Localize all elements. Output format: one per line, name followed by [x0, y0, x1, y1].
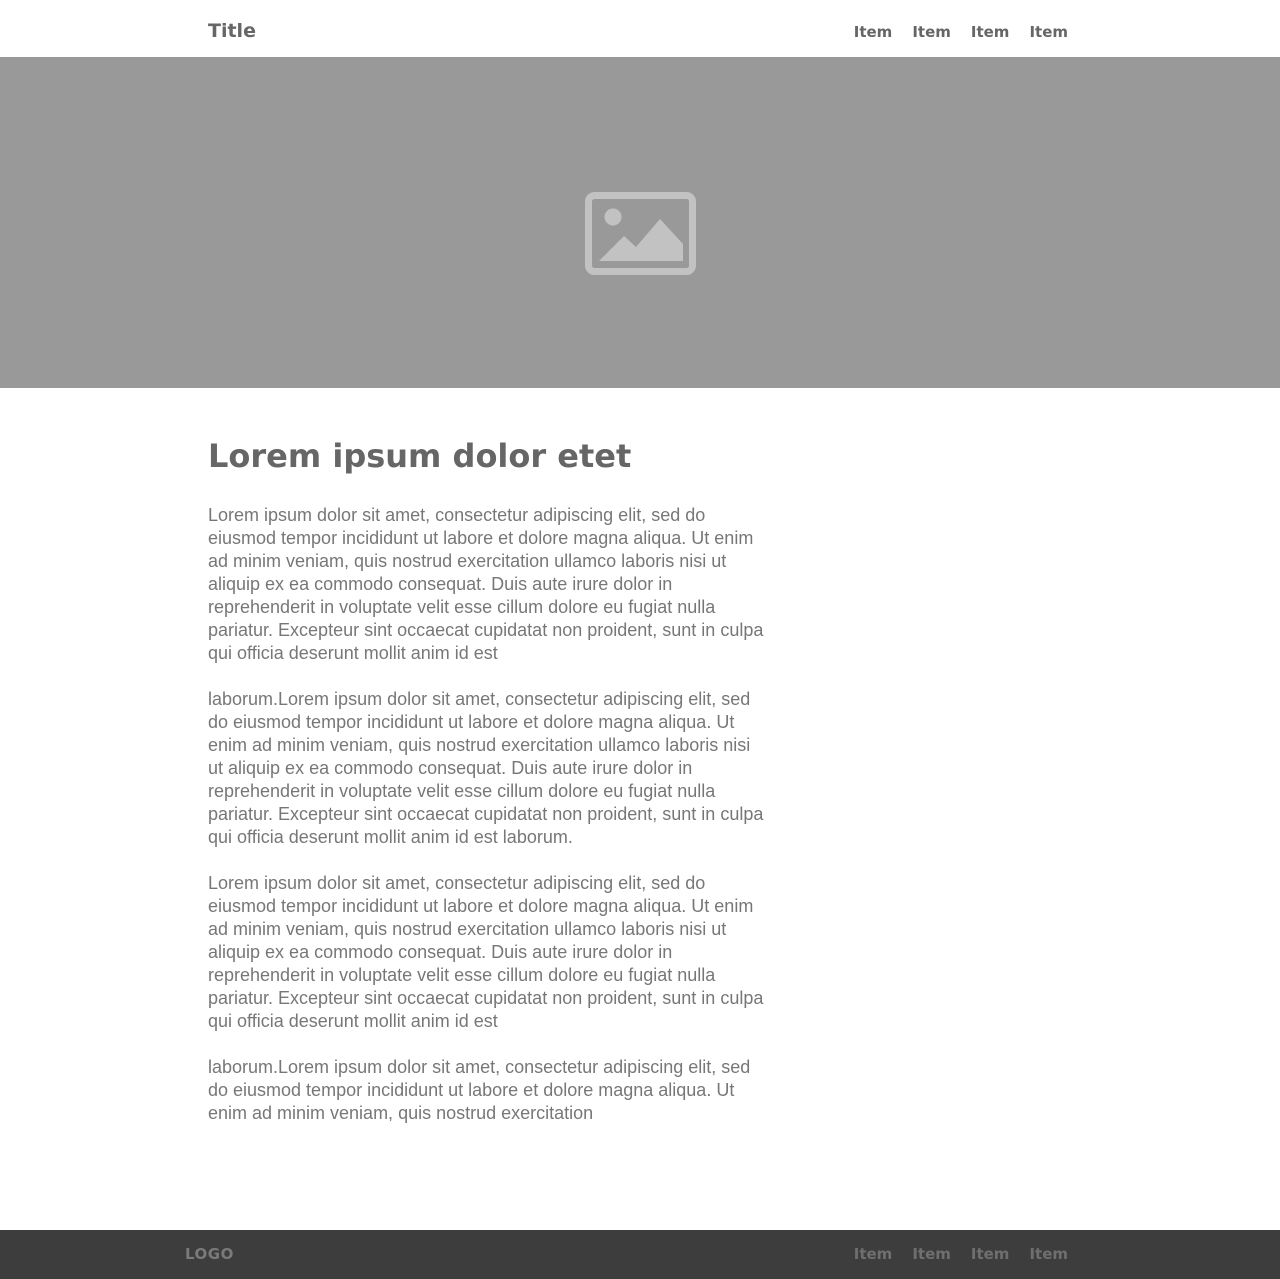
site-header: Title Item Item Item Item — [0, 0, 1280, 57]
footer-nav-item-4[interactable]: Item — [1029, 1243, 1068, 1265]
footer-logo[interactable]: LOGO — [185, 1244, 234, 1264]
header-nav-item-2[interactable]: Item — [912, 21, 951, 43]
footer-nav-item-3[interactable]: Item — [971, 1243, 1010, 1265]
site-title[interactable]: Title — [208, 18, 256, 44]
header-nav-item-1[interactable]: Item — [854, 21, 893, 43]
header-nav: Item Item Item Item — [854, 21, 1068, 43]
body-paragraph-4: laborum.Lorem ipsum dolor sit amet, cons… — [208, 1057, 751, 1123]
page: Title Item Item Item Item Lorem ipsum do… — [0, 0, 1280, 1279]
body-paragraph-2: laborum.Lorem ipsum dolor sit amet, cons… — [208, 689, 764, 847]
hero-image-placeholder — [0, 57, 1280, 388]
site-footer: LOGO Item Item Item Item — [0, 1230, 1280, 1279]
main-content: Lorem ipsum dolor etet Lorem ipsum dolor… — [208, 388, 768, 1125]
header-nav-item-4[interactable]: Item — [1029, 21, 1068, 43]
footer-nav: Item Item Item Item — [854, 1243, 1068, 1265]
footer-nav-item-2[interactable]: Item — [912, 1243, 951, 1265]
body-paragraph-1: Lorem ipsum dolor sit amet, consectetur … — [208, 505, 764, 663]
page-heading: Lorem ipsum dolor etet — [208, 437, 632, 475]
footer-nav-item-1[interactable]: Item — [854, 1243, 893, 1265]
body-paragraph-3: Lorem ipsum dolor sit amet, consectetur … — [208, 873, 764, 1031]
image-placeholder-icon — [585, 192, 696, 275]
header-nav-item-3[interactable]: Item — [971, 21, 1010, 43]
